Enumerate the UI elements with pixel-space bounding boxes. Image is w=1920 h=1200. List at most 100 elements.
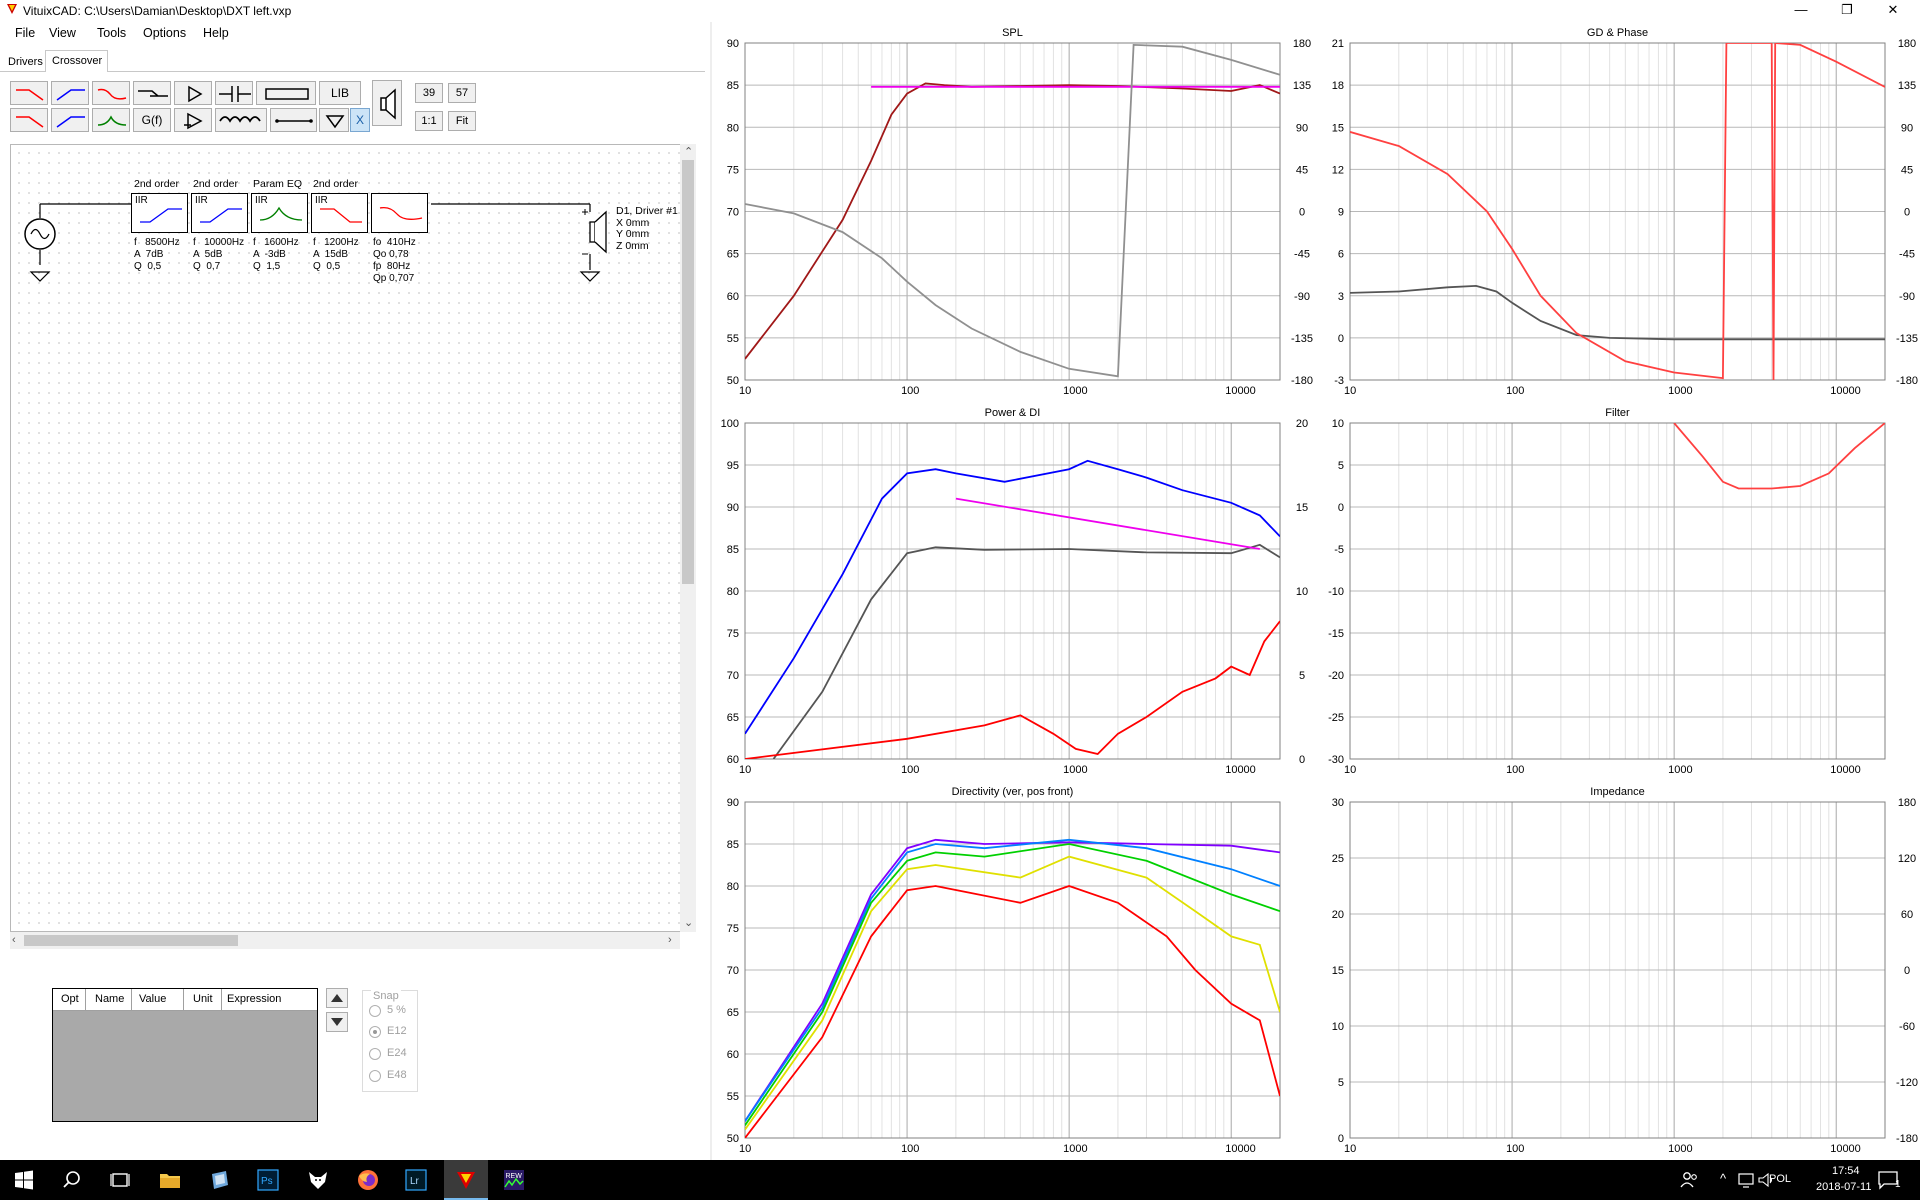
gd-phase-y-tick-label: 15: [1332, 122, 1344, 134]
spl-y-tick-label: 90: [727, 38, 739, 50]
gd-phase-title: GD & Phase: [1587, 27, 1648, 39]
people-icon[interactable]: [1678, 1168, 1702, 1192]
filter-chart: 10 100 1000 10000 10 5 0 -5 -10 -15 -20 -25 -30 Filte…: [1328, 407, 1886, 776]
impedance-y-tick-label: 10: [1332, 1021, 1344, 1033]
spl-y2-tick-label: -45: [1294, 249, 1310, 261]
spl-series-2-line: [745, 43, 1280, 378]
network-icon[interactable]: [1736, 1168, 1756, 1192]
gd-phase-y2-tick-label: 45: [1901, 164, 1913, 176]
spl-y2-tick-label: 180: [1293, 38, 1311, 50]
impedance-x-tick-label: 1000: [1668, 1143, 1692, 1155]
power-di-y2-tick-label: 20: [1296, 418, 1308, 430]
gd-phase-y-tick-label: 3: [1338, 291, 1344, 303]
power-di-y-tick-label: 85: [727, 544, 739, 556]
windows-start-icon[interactable]: [12, 1168, 36, 1192]
clock-date[interactable]: 2018-07-11: [1816, 1181, 1871, 1193]
gd-phase-x-tick-label: 10: [1344, 385, 1356, 397]
gd-phase-y2-tick-label: 0: [1904, 207, 1910, 219]
power-di-y-tick-label: 65: [727, 712, 739, 724]
impedance-y2-tick-label: 60: [1901, 909, 1913, 921]
filter-y-tick-label: -20: [1328, 670, 1344, 682]
impedance-y-tick-label: 5: [1338, 1077, 1344, 1089]
gd-phase-chart: 10 100 1000 10000 21 18 15 12 9 6 3 0 -3 180 135 90 45 0 -…: [1332, 27, 1918, 397]
gd-phase-y2-tick-label: -45: [1899, 249, 1915, 261]
clock-time[interactable]: 17:54: [1832, 1165, 1860, 1177]
spl-y-tick-label: 80: [727, 122, 739, 134]
spl-y-tick-label: 85: [727, 80, 739, 92]
directivity-ver-pos-front-y-tick-label: 90: [727, 797, 739, 809]
impedance-y2-tick-label: 0: [1904, 965, 1910, 977]
power-di-title: Power & DI: [985, 407, 1041, 419]
impedance-y2-tick-label: -60: [1899, 1021, 1915, 1033]
power-di-series-1-line: [772, 543, 1280, 759]
fox-app-icon[interactable]: [306, 1168, 330, 1192]
impedance-y2-tick-label: -180: [1896, 1133, 1918, 1145]
directivity-ver-pos-front-y-tick-label: 55: [727, 1091, 739, 1103]
gd-phase-y-tick-label: 9: [1338, 207, 1344, 219]
gd-phase-y-tick-label: 21: [1332, 38, 1344, 50]
power-di-y-tick-label: 90: [727, 502, 739, 514]
directivity-ver-pos-front-series-3-line: [745, 855, 1280, 1131]
filter-y-tick-label: 10: [1332, 418, 1344, 430]
file-explorer-icon[interactable]: [158, 1168, 182, 1192]
gd-phase-x-tick-label: 1000: [1668, 385, 1692, 397]
directivity-ver-pos-front-y-tick-label: 50: [727, 1133, 739, 1145]
gd-phase-y2-tick-label: -180: [1896, 375, 1918, 387]
photoshop-icon[interactable]: Ps: [256, 1168, 280, 1192]
gd-phase-y2-tick-label: 180: [1898, 38, 1916, 50]
power-di-y-tick-label: 80: [727, 586, 739, 598]
vituixcad-task-button[interactable]: [444, 1160, 488, 1200]
spl-y2-tick-label: 0: [1299, 207, 1305, 219]
power-di-y2-tick-label: 0: [1299, 754, 1305, 766]
filter-series-0-line: [1673, 423, 1885, 490]
directivity-ver-pos-front-x-tick-label: 100: [901, 1143, 919, 1155]
spl-y-tick-label: 55: [727, 333, 739, 345]
spl-chart: 10 100 1000 10000 90 85 80 75 70 65 60 55 50 180 135 90…: [727, 27, 1313, 397]
spl-series-0-line: [745, 82, 1280, 360]
power-di-y-tick-label: 100: [721, 418, 739, 430]
spl-y-tick-label: 65: [727, 249, 739, 261]
spl-title: SPL: [1002, 27, 1023, 39]
filter-x-tick-label: 1000: [1668, 764, 1692, 776]
power-di-y-tick-label: 95: [727, 460, 739, 472]
directivity-ver-pos-front-y-tick-label: 60: [727, 1049, 739, 1061]
spl-x-tick-label: 10000: [1225, 385, 1256, 397]
spl-y2-tick-label: 135: [1293, 80, 1311, 92]
gd-phase-y-tick-label: 6: [1338, 249, 1344, 261]
filter-title: Filter: [1605, 407, 1630, 419]
language-indicator[interactable]: POL: [1769, 1173, 1791, 1185]
svg-text:Lr: Lr: [410, 1176, 420, 1187]
vituixcad-icon: [457, 1172, 475, 1189]
power-di-y-tick-label: 70: [727, 670, 739, 682]
filter-y-tick-label: 0: [1338, 502, 1344, 514]
impedance-y-tick-label: 15: [1332, 965, 1344, 977]
rew-icon[interactable]: REW: [502, 1168, 526, 1192]
spl-x-tick-label: 1000: [1063, 385, 1087, 397]
directivity-ver-pos-front-title: Directivity (ver, pos front): [952, 786, 1074, 798]
filter-x-tick-label: 10000: [1830, 764, 1861, 776]
impedance-y-tick-label: 0: [1338, 1133, 1344, 1145]
spl-y-tick-label: 70: [727, 207, 739, 219]
filter-y-tick-label: -30: [1328, 754, 1344, 766]
gd-phase-y2-tick-label: 135: [1898, 80, 1916, 92]
firefox-icon[interactable]: [356, 1168, 380, 1192]
power-di-y2-tick-label: 5: [1299, 670, 1305, 682]
power-di-chart: 10 100 1000 10000 100 95 90 85 80 75 70 65 60 20 15 10 5…: [721, 407, 1308, 776]
notes-app-icon[interactable]: [208, 1168, 232, 1192]
spl-y-tick-label: 60: [727, 291, 739, 303]
task-view-icon[interactable]: [108, 1168, 132, 1192]
power-di-x-tick-label: 1000: [1063, 764, 1087, 776]
gd-phase-x-tick-label: 100: [1506, 385, 1524, 397]
lightroom-icon[interactable]: Lr: [404, 1168, 428, 1192]
spl-y-tick-label: 50: [727, 375, 739, 387]
power-di-y-tick-label: 75: [727, 628, 739, 640]
search-icon[interactable]: [60, 1168, 84, 1192]
power-di-series-0-line: [745, 459, 1280, 735]
power-di-y2-tick-label: 10: [1296, 586, 1308, 598]
taskbar: Ps Lr REW ^ POL 17:54 2018-07-11 1: [0, 1160, 1920, 1200]
power-di-series-3-line: [745, 620, 1280, 759]
filter-y-tick-label: -10: [1328, 586, 1344, 598]
chevron-up-icon[interactable]: ^: [1720, 1171, 1726, 1186]
directivity-ver-pos-front-x-tick-label: 10: [739, 1143, 751, 1155]
spl-y2-tick-label: -90: [1294, 291, 1310, 303]
